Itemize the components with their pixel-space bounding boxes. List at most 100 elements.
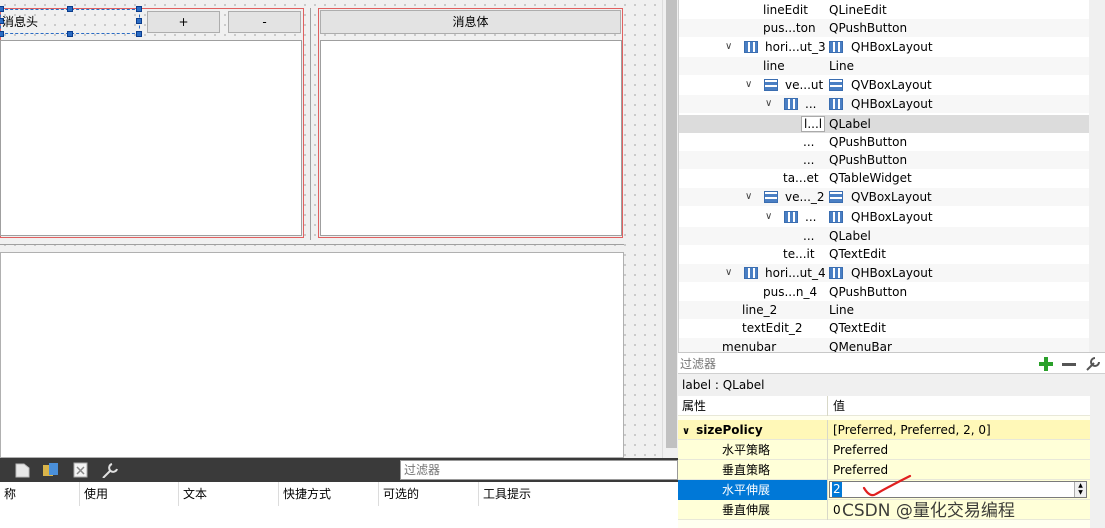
action-table[interactable]: 称 使用 文本 快捷方式 可选的 工具提示 bbox=[0, 482, 678, 528]
tree-row-name: pus...ton bbox=[763, 21, 816, 35]
tree-row-class: QHBoxLayout bbox=[851, 40, 933, 54]
tree-row-name: l...l bbox=[801, 116, 826, 132]
group-name-text: sizePolicy bbox=[696, 423, 763, 437]
tree-row-class: QPushButton bbox=[829, 21, 908, 35]
chevron-down-icon[interactable]: ∨ bbox=[725, 38, 732, 56]
tree-row[interactable]: ... QPushButton bbox=[679, 151, 1105, 169]
plus-button[interactable]: + bbox=[147, 11, 220, 33]
column-header-used[interactable]: 使用 bbox=[80, 482, 179, 506]
selection-handle[interactable] bbox=[136, 6, 142, 12]
tree-row-class: QPushButton bbox=[829, 153, 908, 167]
tree-row-name: ve..._2 bbox=[785, 190, 825, 204]
tree-row[interactable]: ∨ ve...ut QVBoxLayout bbox=[679, 76, 1105, 94]
object-inspector-tree[interactable]: lineEdit QLineEdit pus...ton QPushButton… bbox=[678, 0, 1105, 352]
settings-wrench-icon[interactable] bbox=[100, 462, 118, 478]
tree-row[interactable]: pus...n_4 QPushButton bbox=[679, 283, 1105, 301]
selection-handle[interactable] bbox=[0, 31, 4, 37]
bottom-text-edit[interactable] bbox=[0, 252, 624, 458]
plus-icon[interactable] bbox=[1038, 356, 1054, 372]
canvas-vertical-scrollbar[interactable] bbox=[662, 0, 678, 458]
tree-row[interactable]: line_2 Line bbox=[679, 301, 1105, 319]
selection-handle[interactable] bbox=[67, 6, 73, 12]
tree-row-selected[interactable]: l...l QLabel bbox=[679, 115, 1090, 133]
column-header-name[interactable]: 称 bbox=[0, 482, 80, 506]
hbox-layout-icon bbox=[829, 211, 843, 223]
tree-row[interactable]: ∨ hori...ut_4 QHBoxLayout bbox=[679, 264, 1105, 282]
tree-row-name: lineEdit bbox=[763, 3, 808, 17]
minus-icon[interactable] bbox=[1061, 356, 1077, 372]
selection-handle[interactable] bbox=[136, 18, 142, 24]
right-text-edit[interactable] bbox=[320, 40, 622, 236]
action-filter-input[interactable] bbox=[400, 460, 678, 480]
tree-row-class: QPushButton bbox=[829, 285, 908, 299]
chevron-down-icon[interactable]: ∨ bbox=[725, 264, 732, 282]
tree-row-class: QTextEdit bbox=[829, 247, 886, 261]
hbox-layout-icon bbox=[784, 98, 798, 110]
hbox-layout-icon bbox=[784, 211, 798, 223]
delete-icon[interactable] bbox=[72, 462, 90, 478]
tree-row[interactable]: lineEdit QLineEdit bbox=[679, 1, 1105, 19]
property-name: 垂直策略 bbox=[678, 460, 828, 480]
property-row[interactable]: 水平策略 Preferred bbox=[678, 440, 1090, 460]
spinbox-value[interactable]: 2 bbox=[832, 482, 842, 497]
spin-arrows-icon[interactable]: ▲ ▼ bbox=[1074, 482, 1086, 497]
chevron-down-icon[interactable]: ∨ bbox=[745, 188, 752, 206]
tree-row-name: textEdit_2 bbox=[742, 321, 803, 335]
property-group-name: ∨ sizePolicy bbox=[678, 420, 828, 440]
column-header-shortcut[interactable]: 快捷方式 bbox=[279, 482, 379, 506]
tree-row[interactable]: line Line bbox=[679, 57, 1105, 75]
action-editor-toolbar bbox=[0, 458, 678, 482]
tree-row[interactable]: ... QPushButton bbox=[679, 133, 1105, 151]
tree-row[interactable]: ∨ hori...ut_3 QHBoxLayout bbox=[679, 38, 1105, 56]
hbox-layout-icon bbox=[829, 267, 843, 279]
left-table-widget[interactable] bbox=[0, 40, 302, 236]
column-header-tooltip[interactable]: 工具提示 bbox=[479, 482, 678, 506]
tree-row[interactable]: pus...ton QPushButton bbox=[679, 19, 1105, 37]
tree-row[interactable]: ta...et QTableWidget bbox=[679, 169, 1105, 187]
tree-row[interactable]: ∨ ... QHBoxLayout bbox=[679, 208, 1105, 226]
tree-row-name: pus...n_4 bbox=[763, 285, 818, 299]
tree-row[interactable]: ... QLabel bbox=[679, 227, 1105, 245]
column-header-text[interactable]: 文本 bbox=[179, 482, 279, 506]
tree-row[interactable]: te...it QTextEdit bbox=[679, 245, 1105, 263]
tree-row-class: Line bbox=[829, 303, 855, 317]
tree-row-name: ... bbox=[803, 153, 815, 167]
scrollbar-thumb[interactable] bbox=[666, 0, 677, 448]
minus-button[interactable]: - bbox=[228, 11, 301, 33]
tree-row-class: QLabel bbox=[829, 117, 871, 131]
property-group-row[interactable]: ∨ sizePolicy [Preferred, Preferred, 2, 0] bbox=[678, 420, 1090, 440]
tree-vertical-scrollbar[interactable] bbox=[1089, 0, 1105, 352]
tree-row[interactable]: ∨ ... QHBoxLayout bbox=[679, 95, 1105, 113]
property-value[interactable]: Preferred bbox=[829, 440, 1089, 460]
chevron-down-icon[interactable]: ∨ bbox=[682, 426, 690, 437]
property-name: 垂直伸展 bbox=[678, 500, 828, 520]
property-header-row: 属性 值 bbox=[678, 396, 1090, 416]
message-body-button[interactable]: 消息体 bbox=[320, 10, 621, 34]
property-filter-input[interactable] bbox=[680, 355, 1030, 372]
tree-row[interactable]: textEdit_2 QTextEdit bbox=[679, 319, 1105, 337]
chevron-down-icon[interactable]: ∨ bbox=[765, 95, 772, 113]
tree-row-class: QVBoxLayout bbox=[851, 78, 932, 92]
tree-row-name: menubar bbox=[722, 340, 777, 352]
selection-handle[interactable] bbox=[0, 6, 4, 12]
property-vertical-scrollbar[interactable] bbox=[1090, 396, 1105, 528]
column-header-checkable[interactable]: 可选的 bbox=[379, 482, 479, 506]
tree-row[interactable]: ∨ ve..._2 QVBoxLayout bbox=[679, 188, 1105, 206]
header-label[interactable]: 消息头 bbox=[2, 13, 38, 30]
tree-row-class: QTableWidget bbox=[829, 171, 912, 185]
selection-handle[interactable] bbox=[136, 31, 142, 37]
form-canvas[interactable]: 消息头 + - 消息体 bbox=[0, 0, 662, 458]
new-icon[interactable] bbox=[14, 462, 32, 478]
tree-row-name: ... bbox=[803, 135, 815, 149]
selection-handle[interactable] bbox=[67, 31, 73, 37]
chevron-down-icon[interactable]: ∨ bbox=[745, 76, 752, 94]
vertical-line bbox=[310, 8, 311, 240]
tree-row-name: ... bbox=[803, 229, 815, 243]
chevron-down-icon[interactable]: ∨ bbox=[765, 208, 772, 226]
property-column-header: 属性 bbox=[678, 396, 828, 416]
horizontal-line bbox=[0, 244, 624, 245]
open-icon[interactable] bbox=[42, 462, 60, 478]
tree-row[interactable]: menubar QMenuBar bbox=[679, 338, 1105, 352]
value-column-header: 值 bbox=[833, 399, 846, 413]
wrench-icon[interactable] bbox=[1084, 355, 1102, 373]
